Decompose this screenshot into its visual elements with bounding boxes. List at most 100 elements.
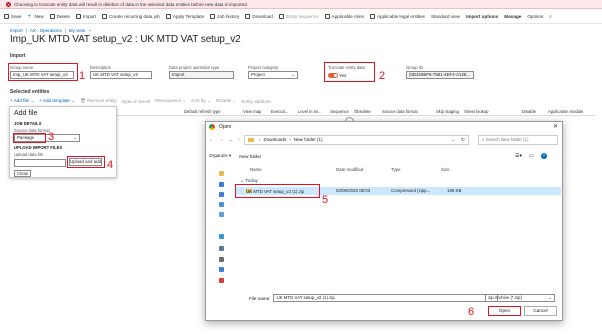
col-name[interactable]: Name (250, 167, 262, 172)
breadcrumb-company[interactable]: AX : Operations (30, 28, 62, 33)
disable-button[interactable]: Disable ⌄ (216, 98, 236, 104)
pictures-icon[interactable] (219, 212, 224, 217)
standard-view-button[interactable]: Standard view (431, 14, 460, 19)
entity-attribute-button[interactable]: Entity attribute (241, 99, 270, 104)
filename-input[interactable]: UK MTD VAT setup_v2 (1).zip (273, 294, 499, 302)
new-button[interactable]: New (27, 14, 43, 19)
network-icon[interactable] (219, 267, 224, 272)
close-icon[interactable]: ✕ (553, 123, 558, 130)
upload-file-field[interactable] (14, 159, 66, 167)
cancel-button[interactable]: Cancel (524, 306, 557, 316)
chevron-down-icon[interactable]: ⌄ (229, 138, 233, 143)
desktop-icon[interactable] (219, 182, 224, 187)
sort-by-button[interactable]: Sort by ⌄ (191, 98, 211, 104)
job-history-button[interactable]: Job history (210, 14, 239, 19)
col-sheet-lookup[interactable]: Sheet lookup (464, 109, 488, 114)
refresh-icon[interactable]: ↻ (461, 136, 465, 144)
delete-icon: 🗑 (80, 98, 86, 103)
import-section-header[interactable]: Import (10, 53, 26, 59)
import-button[interactable]: Import (75, 14, 96, 19)
chevron-down-icon[interactable]: ⌄ (88, 27, 92, 33)
remove-entity-button[interactable]: 🗑 Remove entity (80, 98, 117, 104)
organize-button[interactable]: Organize ▾ (209, 153, 231, 159)
download-button[interactable]: Download (245, 14, 273, 19)
address-new-folder[interactable]: New folder (1) (294, 136, 323, 144)
col-date-modified[interactable]: Date modified (336, 167, 363, 172)
breadcrumb-view[interactable]: My view (69, 28, 85, 33)
job-details-header: JOB DETAILS (14, 121, 42, 126)
col-type[interactable]: Type (391, 167, 401, 172)
forward-arrow-icon[interactable]: → (219, 138, 224, 143)
address-downloads[interactable]: Downloads (264, 136, 287, 144)
view-options-icon[interactable]: ☰▾ (515, 153, 522, 159)
save-button[interactable]: Save (4, 14, 21, 19)
breadcrumb-import[interactable]: Import (10, 28, 23, 33)
page-title: Imp_UK MTD VAT setup_v2 : UK MTD VAT set… (10, 34, 241, 45)
folder-icon (248, 136, 256, 144)
description-field[interactable]: UK MTD VAT setup_v2 (90, 71, 152, 79)
group-name-field[interactable]: Imp_UK MTD VAT setup_v2 (10, 71, 74, 79)
import-options-button[interactable]: Import options (466, 14, 498, 19)
resequence-button[interactable]: Resequence ⌄ (155, 98, 186, 104)
import-icon (75, 14, 81, 19)
col-skip-staging[interactable]: Skip staging (436, 109, 459, 114)
folder-icon[interactable] (219, 171, 224, 176)
chevron-down-icon[interactable]: ⌄ (451, 136, 455, 144)
add-template-button[interactable]: + Add template ⌄ (39, 98, 75, 104)
filetype-select[interactable]: zip Archive (*.zip) ⌄ (485, 294, 555, 302)
add-file-button[interactable]: + Add file ⌄ (10, 98, 34, 104)
documents-icon[interactable] (219, 202, 224, 207)
applicable-roles-button[interactable]: Applicable roles (324, 14, 364, 19)
col-sequence[interactable]: Sequence (330, 109, 349, 114)
manage-button[interactable]: Manage (504, 14, 521, 19)
up-arrow-icon[interactable]: ↑ (238, 138, 240, 143)
address-bar[interactable]: › Downloads › New folder (1) ⌄ ↻ (244, 135, 469, 145)
group-id-field[interactable]: {0D425BF6-7591-4EF4-A12E... (406, 71, 474, 79)
open-button[interactable]: Open (488, 306, 521, 316)
group-id-label: Group ID (406, 65, 423, 70)
upload-label: Upload data file (14, 152, 44, 157)
upload-highlight: Upload and add (67, 156, 105, 168)
open-in-excel-button[interactable]: Open in Excel (122, 99, 151, 104)
selected-entities-header[interactable]: Selected entities (10, 89, 49, 95)
delete-button[interactable]: Delete (49, 14, 70, 19)
new-folder-button[interactable]: New folder (239, 154, 261, 159)
entity-sequence-button[interactable]: Entity sequence (278, 14, 319, 19)
upload-and-add-button[interactable]: Upload and add (69, 158, 102, 166)
search-button[interactable]: ⌕ (549, 14, 554, 19)
apply-template-button[interactable]: Apply Template (165, 14, 204, 19)
applicable-legal-entities-button[interactable]: Applicable legal entities (369, 14, 425, 19)
this-pc-icon[interactable] (219, 246, 224, 251)
col-size[interactable]: Size (441, 167, 450, 172)
col-source-data-format[interactable]: Source data format (382, 109, 418, 114)
drive-icon[interactable] (219, 257, 224, 262)
chrome-icon (209, 124, 215, 130)
delete-icon (49, 14, 55, 19)
dialog-search-input[interactable]: ⌕ Search New folder (1) (478, 135, 558, 145)
col-execution[interactable]: Executi... (271, 109, 288, 114)
col-view-map[interactable]: View map (243, 109, 261, 114)
download-icon[interactable] (219, 192, 224, 197)
col-default-refresh-type[interactable]: Default refresh type (184, 109, 221, 114)
step-marker-5: 5 (322, 194, 329, 206)
help-icon[interactable]: ? (540, 153, 547, 159)
save-icon (4, 14, 9, 19)
preview-pane-icon[interactable]: ▭ (529, 153, 534, 159)
cloud-icon[interactable] (219, 234, 224, 239)
step-marker-1: 1 (79, 70, 86, 82)
truncate-toggle[interactable] (328, 73, 338, 79)
col-application-module[interactable]: Application module (548, 109, 583, 114)
back-arrow-icon[interactable]: ← (209, 138, 214, 143)
group-name-label: Group name (10, 65, 34, 70)
close-button[interactable]: Close (14, 170, 31, 177)
create-recurring-data-job-button[interactable]: Create recurring data job (102, 14, 160, 19)
col-level-in-sequence[interactable]: Level in se... (298, 109, 322, 114)
linux-icon[interactable] (219, 278, 224, 283)
col-disable[interactable]: Disable (522, 109, 536, 114)
project-category-field[interactable]: Project ⌄ (248, 71, 298, 79)
operation-type-field[interactable]: Import (169, 71, 234, 79)
step-marker-4: 4 (107, 159, 114, 171)
col-obsolete[interactable]: Obsolete (354, 109, 371, 114)
options-button[interactable]: Options (527, 14, 543, 19)
chevron-down-icon: ⌄ (548, 295, 552, 300)
